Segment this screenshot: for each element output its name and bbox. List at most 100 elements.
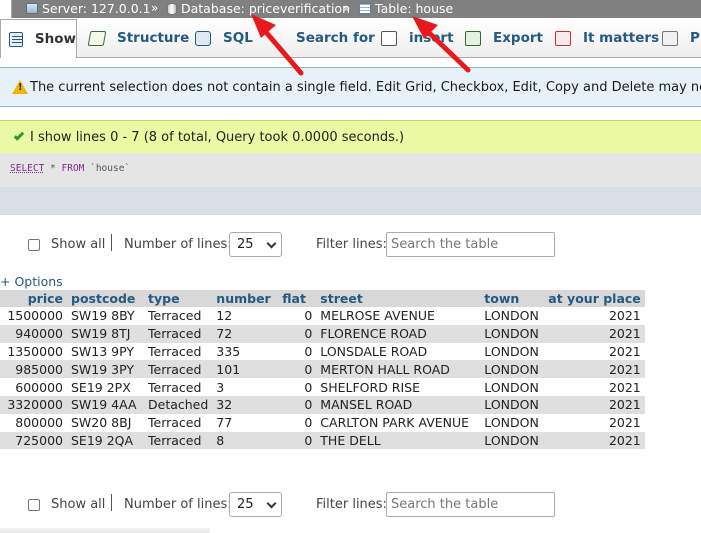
cell-postcode[interactable]: SW20 8BJ	[67, 413, 144, 432]
filter-lines-input[interactable]	[386, 492, 555, 517]
cell-type[interactable]: Terraced	[144, 342, 213, 361]
cell-flat[interactable]: 0	[278, 342, 317, 361]
cell-price[interactable]: 985000	[0, 360, 67, 379]
cell-street[interactable]: MANSEL ROAD	[316, 395, 481, 414]
cell-at-your-place[interactable]: 2021	[544, 431, 645, 450]
cell-number[interactable]: 101	[212, 360, 279, 379]
cell-number[interactable]: 72	[212, 324, 279, 343]
cell-town[interactable]: LONDON	[480, 307, 545, 325]
sql-query-box[interactable]: SELECT * FROM `house`	[0, 153, 701, 187]
table-row[interactable]: 725000 SE19 2QA Terraced 8 0 THE DELL LO…	[0, 431, 645, 450]
cell-number[interactable]: 77	[212, 413, 279, 432]
cell-street[interactable]: LONSDALE ROAD	[316, 342, 481, 361]
options-link[interactable]: + Options	[0, 274, 63, 289]
column-header-town[interactable]: town	[480, 290, 545, 307]
breadcrumb-database[interactable]: Database: priceverification	[167, 1, 350, 16]
tab-insert[interactable]: insert	[381, 19, 454, 57]
cell-postcode[interactable]: SW19 8TJ	[67, 324, 144, 343]
table-row[interactable]: 1500000 SW19 8BY Terraced 12 0 MELROSE A…	[0, 307, 645, 325]
table-row[interactable]: 940000 SW19 8TJ Terraced 72 0 FLORENCE R…	[0, 324, 645, 343]
cell-price[interactable]: 940000	[0, 324, 67, 343]
cell-town[interactable]: LONDON	[480, 324, 545, 343]
cell-number[interactable]: 12	[212, 307, 279, 325]
cell-price[interactable]: 1500000	[0, 307, 67, 325]
cell-street[interactable]: SHELFORD RISE	[316, 378, 481, 396]
cell-street[interactable]: MERTON HALL ROAD	[316, 360, 481, 379]
cell-postcode[interactable]: SW19 8BY	[67, 307, 144, 325]
cell-at-your-place[interactable]: 2021	[544, 342, 645, 361]
cell-number[interactable]: 8	[212, 431, 279, 450]
cell-flat[interactable]: 0	[278, 324, 317, 343]
cell-type[interactable]: Terraced	[144, 431, 213, 450]
tab-it-matters[interactable]: It matters	[555, 19, 659, 57]
cell-type[interactable]: Terraced	[144, 413, 213, 432]
cell-flat[interactable]: 0	[278, 360, 317, 379]
cell-at-your-place[interactable]: 2021	[544, 360, 645, 379]
cell-at-your-place[interactable]: 2021	[544, 413, 645, 432]
cell-at-your-place[interactable]: 2021	[544, 307, 645, 325]
tab-show[interactable]: Show	[0, 19, 77, 58]
cell-at-your-place[interactable]: 2021	[544, 378, 645, 396]
cell-town[interactable]: LONDON	[480, 395, 545, 414]
column-header-price[interactable]: price	[0, 290, 67, 307]
show-all-label[interactable]: Show all	[51, 497, 105, 512]
cell-type[interactable]: Terraced	[144, 324, 213, 343]
cell-number[interactable]: 335	[212, 342, 279, 361]
cell-postcode[interactable]: SW13 9PY	[67, 342, 144, 361]
cell-town[interactable]: LONDON	[480, 431, 545, 450]
number-of-lines-select[interactable]: 25	[229, 492, 282, 517]
tab-privileges[interactable]: Pr	[662, 19, 701, 57]
cell-town[interactable]: LONDON	[480, 360, 545, 379]
table-row[interactable]: 985000 SW19 3PY Terraced 101 0 MERTON HA…	[0, 360, 645, 379]
tab-search[interactable]: Search for	[268, 19, 375, 57]
table-row[interactable]: 800000 SW20 8BJ Terraced 77 0 CARLTON PA…	[0, 413, 645, 432]
cell-flat[interactable]: 0	[278, 431, 317, 450]
cell-price[interactable]: 725000	[0, 431, 67, 450]
cell-flat[interactable]: 0	[278, 378, 317, 396]
number-of-lines-select[interactable]: 25	[229, 232, 282, 257]
cell-street[interactable]: FLORENCE ROAD	[316, 324, 481, 343]
collapse-handle[interactable]	[0, 0, 12, 18]
cell-type[interactable]: Terraced	[144, 360, 213, 379]
column-header-type[interactable]: type	[144, 290, 213, 307]
table-row[interactable]: 600000 SE19 2PX Terraced 3 0 SHELFORD RI…	[0, 378, 645, 396]
show-all-checkbox[interactable]	[28, 239, 40, 251]
cell-street[interactable]: CARLTON PARK AVENUE	[316, 413, 481, 432]
show-all-checkbox[interactable]	[28, 499, 40, 511]
cell-price[interactable]: 1350000	[0, 342, 67, 361]
breadcrumb-server[interactable]: Server: 127.0.0.1	[26, 1, 151, 16]
tab-sql[interactable]: SQL	[195, 19, 253, 57]
column-header-street[interactable]: street	[316, 290, 481, 307]
column-header-postcode[interactable]: postcode	[67, 290, 144, 307]
cell-street[interactable]: THE DELL	[316, 431, 481, 450]
tab-structure[interactable]: Structure	[87, 19, 189, 57]
breadcrumb-table[interactable]: Table: house	[359, 1, 453, 16]
cell-postcode[interactable]: SE19 2QA	[67, 431, 144, 450]
cell-type[interactable]: Terraced	[144, 378, 213, 396]
cell-number[interactable]: 32	[212, 395, 279, 414]
sql-select-keyword[interactable]: SELECT	[10, 163, 44, 174]
cell-postcode[interactable]: SE19 2PX	[67, 378, 144, 396]
table-row[interactable]: 3320000 SW19 4AA Detached 32 0 MANSEL RO…	[0, 395, 645, 414]
cell-price[interactable]: 3320000	[0, 395, 67, 414]
cell-postcode[interactable]: SW19 3PY	[67, 360, 144, 379]
cell-flat[interactable]: 0	[278, 307, 317, 325]
cell-type[interactable]: Detached	[144, 395, 213, 414]
cell-price[interactable]: 600000	[0, 378, 67, 396]
cell-street[interactable]: MELROSE AVENUE	[316, 307, 481, 325]
cell-postcode[interactable]: SW19 4AA	[67, 395, 144, 414]
table-row[interactable]: 1350000 SW13 9PY Terraced 335 0 LONSDALE…	[0, 342, 645, 361]
column-header-flat[interactable]: flat	[278, 290, 317, 307]
cell-number[interactable]: 3	[212, 378, 279, 396]
column-header-number[interactable]: number	[212, 290, 279, 307]
cell-at-your-place[interactable]: 2021	[544, 395, 645, 414]
filter-lines-input[interactable]	[386, 232, 555, 257]
cell-town[interactable]: LONDON	[480, 413, 545, 432]
cell-town[interactable]: LONDON	[480, 342, 545, 361]
cell-type[interactable]: Terraced	[144, 307, 213, 325]
cell-flat[interactable]: 0	[278, 413, 317, 432]
cell-town[interactable]: LONDON	[480, 378, 545, 396]
cell-at-your-place[interactable]: 2021	[544, 324, 645, 343]
column-header-at-your-place[interactable]: at your place	[544, 290, 645, 307]
show-all-label[interactable]: Show all	[51, 237, 105, 252]
